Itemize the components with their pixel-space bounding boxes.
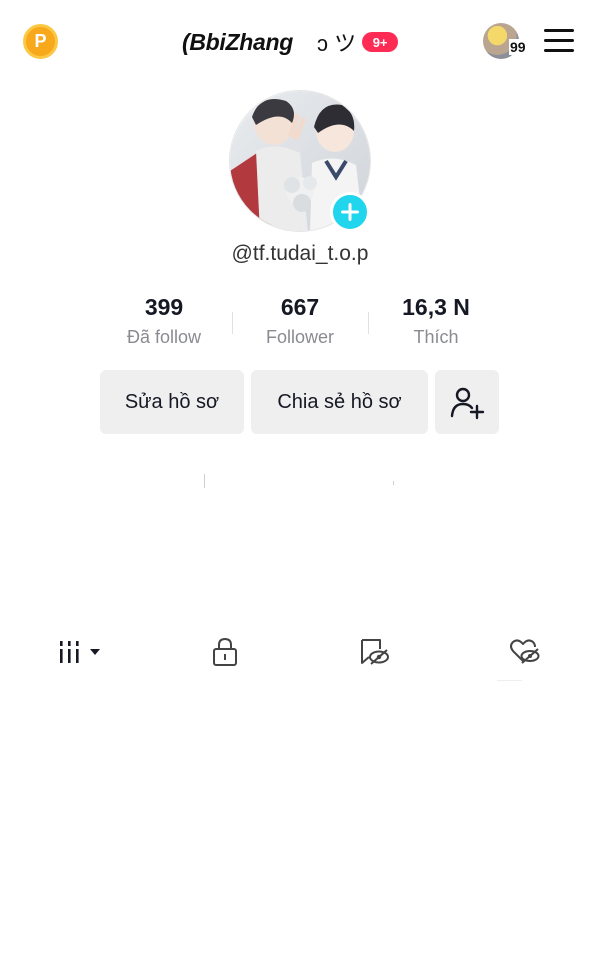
add-friend-button[interactable]: [435, 370, 499, 434]
heart-eye-off-icon: [510, 639, 540, 664]
placeholder-mark: [393, 481, 394, 485]
bookmark-eye-off-icon: [361, 639, 389, 665]
coin-letter: P: [34, 31, 47, 51]
lock-icon: [213, 637, 237, 666]
profile-actions: Sửa hồ sơ Chia sẻ hồ sơ: [0, 370, 600, 434]
notification-badge: 9+: [362, 32, 399, 52]
stat-followers-label: Follower: [265, 327, 335, 347]
profile-stats: 399 Đã follow 667 Follower 16,3 N Thích: [96, 292, 504, 354]
stat-following-value: 399: [144, 294, 184, 320]
stat-likes-label: Thích: [413, 327, 459, 347]
profile-avatar-wrap: [229, 90, 371, 232]
coin-p-icon[interactable]: P: [23, 24, 58, 59]
stat-likes[interactable]: 16,3 N Thích: [368, 292, 504, 348]
content-tabs: [0, 630, 600, 680]
plus-icon: [341, 203, 359, 221]
chevron-down-icon: [90, 649, 100, 655]
avatar-count-badge: 99: [509, 39, 527, 55]
tab-private[interactable]: [190, 630, 260, 674]
account-title: (BbiZhang: [182, 28, 293, 55]
add-story-button[interactable]: [330, 192, 370, 232]
stat-following[interactable]: 399 Đã follow: [96, 292, 232, 348]
share-profile-button[interactable]: Chia sẻ hồ sơ: [251, 370, 428, 434]
tab-underline: [497, 680, 522, 681]
tab-liked-hidden[interactable]: [490, 630, 560, 674]
account-switcher[interactable]: (BbiZhang ɔ ツ 9+: [182, 24, 399, 60]
tab-favorites-hidden[interactable]: [340, 630, 410, 674]
username[interactable]: @tf.tudai_t.o.p: [0, 242, 600, 266]
placeholder-mark: [204, 474, 205, 488]
stat-following-label: Đã follow: [126, 327, 202, 347]
hamburger-menu-icon[interactable]: [544, 29, 574, 53]
stat-followers[interactable]: 667 Follower: [232, 292, 368, 348]
edit-profile-button[interactable]: Sửa hồ sơ: [100, 370, 244, 434]
account-title-suffix: ɔ ツ: [317, 31, 357, 56]
stat-likes-value: 16,3 N: [402, 294, 470, 320]
add-person-icon: [450, 387, 485, 420]
stat-followers-value: 667: [280, 294, 320, 320]
top-bar: P (BbiZhang ɔ ツ 9+ 99: [0, 0, 600, 84]
tab-videos[interactable]: [40, 630, 120, 674]
grid-bars-icon: [60, 641, 100, 663]
